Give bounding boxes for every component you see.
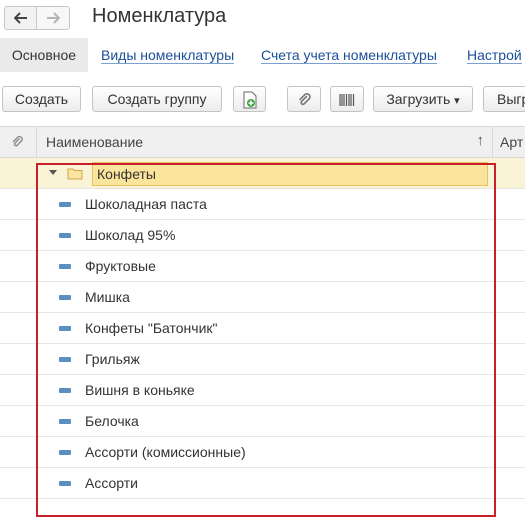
item-icon bbox=[59, 388, 71, 393]
item-icon bbox=[59, 419, 71, 424]
item-name: Конфеты "Батончик" bbox=[85, 320, 218, 336]
item-icon bbox=[59, 357, 71, 362]
create-group-button[interactable]: Создать группу bbox=[92, 86, 222, 112]
tab-item-types[interactable]: Виды номенклатуры bbox=[101, 38, 235, 72]
arrow-right-icon bbox=[47, 12, 60, 24]
table-row[interactable]: Грильяж bbox=[0, 344, 525, 375]
tab-accounts[interactable]: Счета учета номенклатуры bbox=[261, 38, 437, 72]
item-name: Вишня в коньяке bbox=[85, 382, 195, 398]
table-row[interactable]: Ассорти (комиссионные) bbox=[0, 437, 525, 468]
item-icon bbox=[59, 450, 71, 455]
item-icon bbox=[59, 233, 71, 238]
load-dropdown-button[interactable]: Загрузить ▾ bbox=[373, 86, 473, 112]
table-row[interactable]: Шоколадная паста bbox=[0, 189, 525, 220]
document-add-icon bbox=[243, 91, 256, 109]
table-row[interactable]: Фруктовые bbox=[0, 251, 525, 282]
table-row[interactable]: Шоколад 95% bbox=[0, 220, 525, 251]
name-column-label: Наименование bbox=[46, 134, 144, 150]
item-name: Грильяж bbox=[85, 351, 140, 367]
add-document-button[interactable] bbox=[233, 86, 266, 112]
back-button[interactable] bbox=[4, 6, 37, 30]
chevron-down-icon: ▾ bbox=[454, 95, 460, 107]
item-name: Белочка bbox=[85, 413, 139, 429]
item-name: Мишка bbox=[85, 289, 130, 305]
item-icon bbox=[59, 264, 71, 269]
expand-triangle-icon[interactable] bbox=[49, 170, 57, 175]
arrow-left-icon bbox=[13, 12, 27, 24]
export-button[interactable]: Выгр bbox=[483, 86, 525, 112]
group-name: Конфеты bbox=[97, 166, 156, 182]
paperclip-icon bbox=[12, 135, 23, 147]
barcode-button[interactable] bbox=[330, 86, 364, 112]
table-row[interactable]: Мишка bbox=[0, 282, 525, 313]
item-name: Ассорти bbox=[85, 475, 138, 491]
item-icon bbox=[59, 202, 71, 207]
paperclip-icon bbox=[298, 93, 311, 106]
table-row[interactable]: Конфеты "Батончик" bbox=[0, 313, 525, 344]
table-row[interactable]: Белочка bbox=[0, 406, 525, 437]
tab-settings[interactable]: Настрой bbox=[467, 38, 522, 72]
name-column-header[interactable]: Наименование ↑ bbox=[37, 127, 493, 157]
forward-button[interactable] bbox=[37, 6, 70, 30]
item-name: Ассорти (комиссионные) bbox=[85, 444, 246, 460]
item-name: Фруктовые bbox=[85, 258, 156, 274]
table-row[interactable]: Вишня в коньяке bbox=[0, 375, 525, 406]
create-button[interactable]: Создать bbox=[2, 86, 81, 112]
attachments-column-header[interactable] bbox=[0, 127, 37, 157]
attach-button[interactable] bbox=[287, 86, 321, 112]
folder-icon bbox=[67, 168, 83, 180]
table-row[interactable]: Ассорти bbox=[0, 468, 525, 499]
group-row[interactable]: Конфеты bbox=[0, 158, 525, 189]
table-header: Наименование ↑ Арт bbox=[0, 126, 525, 158]
load-label: Загрузить bbox=[386, 91, 451, 107]
page-title: Номенклатура bbox=[92, 5, 227, 27]
item-name: Шоколадная паста bbox=[85, 196, 207, 212]
tab-main[interactable]: Основное bbox=[0, 38, 88, 72]
selected-cell[interactable]: Конфеты bbox=[92, 162, 488, 186]
section-tabs: Основное Виды номенклатуры Счета учета н… bbox=[0, 38, 525, 72]
item-icon bbox=[59, 326, 71, 331]
item-icon bbox=[59, 481, 71, 486]
sort-ascending-icon: ↑ bbox=[476, 132, 485, 149]
article-column-header[interactable]: Арт bbox=[500, 134, 523, 150]
item-icon bbox=[59, 295, 71, 300]
barcode-icon bbox=[339, 94, 355, 107]
item-name: Шоколад 95% bbox=[85, 227, 176, 243]
